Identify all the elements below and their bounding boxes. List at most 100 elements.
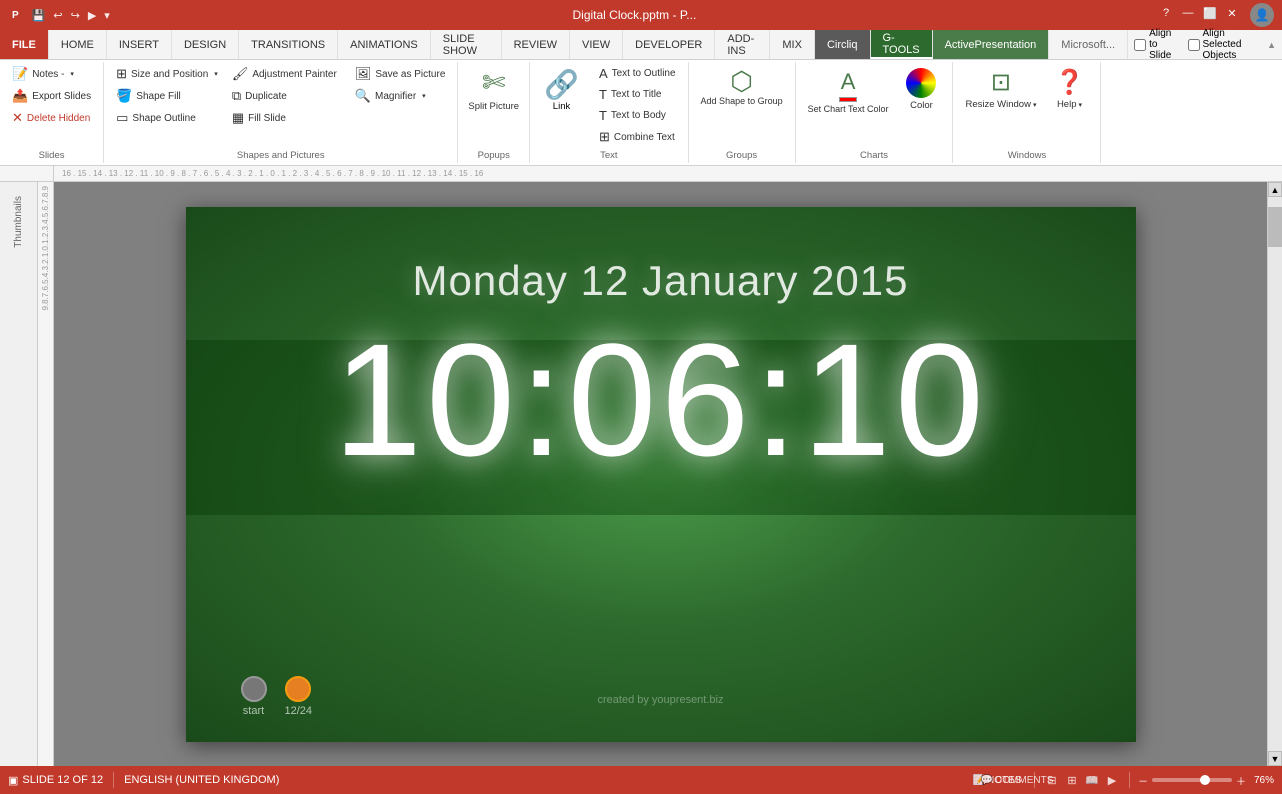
- link-button[interactable]: 🔗 Link: [536, 64, 587, 116]
- fill-slide-button[interactable]: ▦ Fill Slide: [226, 108, 343, 128]
- help-icon: ❓: [1055, 68, 1085, 97]
- resize-window-button[interactable]: ⊡ Resize Window ▾: [959, 64, 1042, 114]
- title-bar-left: P 💾 ↩ ↪ ▶ ▾: [8, 7, 113, 24]
- view-mode-buttons: ⊟ ⊞ 📖 ▶: [1043, 771, 1121, 789]
- play-btn[interactable]: ▶: [85, 7, 99, 24]
- ribbon-collapse-btn[interactable]: ▲: [1267, 40, 1276, 50]
- combine-text-button[interactable]: ⊞ Combine Text: [593, 127, 682, 147]
- ppt-icon: P: [8, 8, 23, 23]
- tab-transitions[interactable]: TRANSITIONS: [239, 30, 338, 59]
- duplicate-icon: ⧉: [232, 88, 241, 104]
- scrollbar-vertical: ▲ ▼: [1267, 182, 1282, 766]
- slide-sorter-btn[interactable]: ⊞: [1063, 771, 1081, 789]
- tab-review[interactable]: REVIEW: [502, 30, 570, 59]
- save-btn[interactable]: 💾: [29, 7, 49, 24]
- slideshow-btn[interactable]: ▶: [1103, 771, 1121, 789]
- resize-icon: ⊡: [991, 68, 1011, 97]
- maximize-btn[interactable]: ⬜: [1200, 3, 1220, 23]
- tab-home[interactable]: HOME: [49, 30, 107, 59]
- zoom-bar: － ＋ 76%: [1138, 773, 1274, 788]
- zoom-thumb: [1200, 775, 1210, 785]
- language-label: ENGLISH (UNITED KINGDOM): [124, 774, 279, 786]
- undo-btn[interactable]: ↩: [50, 7, 65, 24]
- zoom-out-btn[interactable]: －: [1138, 773, 1148, 788]
- slide-time: 10:06:10: [186, 320, 1136, 480]
- add-shape-label: Add Shape to Group: [701, 96, 783, 106]
- redo-btn[interactable]: ↪: [68, 7, 83, 24]
- save-as-picture-button[interactable]: 🖼 Save as Picture: [349, 64, 452, 84]
- delete-hidden-button[interactable]: ✕ Delete Hidden: [6, 108, 97, 128]
- start-label: start: [243, 705, 264, 717]
- slide-date: Monday 12 January 2015: [186, 257, 1136, 305]
- scroll-up-btn[interactable]: ▲: [1268, 182, 1282, 197]
- text-to-outline-button[interactable]: A Text to Outline: [593, 64, 682, 83]
- scroll-down-btn[interactable]: ▼: [1268, 751, 1282, 766]
- tab-circliq[interactable]: Circliq: [815, 30, 871, 59]
- tab-design[interactable]: DESIGN: [172, 30, 239, 59]
- link-icon: 🔗: [544, 68, 579, 101]
- notes-icon: 📝: [12, 66, 28, 82]
- size-icon: ⊞: [116, 66, 127, 82]
- size-position-button[interactable]: ⊞ Size and Position ▾: [110, 64, 224, 84]
- minimize-btn[interactable]: —: [1178, 3, 1198, 23]
- title-bar: P 💾 ↩ ↪ ▶ ▾ Digital Clock.pptm - P... ? …: [0, 0, 1282, 30]
- tab-activepres[interactable]: ActivePresentation: [933, 30, 1050, 59]
- set-chart-color-button[interactable]: A Set Chart Text Color: [802, 64, 895, 118]
- tab-microsoft[interactable]: Microsoft...: [1049, 30, 1128, 59]
- export-slides-button[interactable]: 📤 Export Slides: [6, 86, 97, 106]
- split-picture-button[interactable]: ✄ Split Picture: [464, 64, 523, 116]
- qat-more-btn[interactable]: ▾: [101, 7, 113, 24]
- reading-view-btn[interactable]: 📖: [1083, 771, 1101, 789]
- status-right: 📝 NOTES 💬 COMMENTS ⊟ ⊞ 📖 ▶ － ＋ 76%: [988, 771, 1274, 789]
- slide-area: Monday 12 January 2015 10:06:10 start 12…: [54, 182, 1267, 766]
- ribbon-group-popups: ✄ Split Picture Popups: [458, 62, 530, 163]
- tab-file[interactable]: FILE: [0, 30, 49, 59]
- tab-animations[interactable]: ANIMATIONS: [338, 30, 431, 59]
- split-picture-icon: ✄: [482, 68, 505, 99]
- adjustment-painter-button[interactable]: 🖌 Adjustment Painter: [226, 64, 343, 84]
- add-shape-group-button[interactable]: ⬡ Add Shape to Group: [695, 64, 789, 110]
- popups-group-title: Popups: [458, 150, 529, 161]
- zoom-slider[interactable]: [1152, 778, 1232, 782]
- duplicate-button[interactable]: ⧉ Duplicate: [226, 86, 343, 106]
- slide-number-icon: ▣: [8, 774, 18, 787]
- tab-slideshow[interactable]: SLIDE SHOW: [431, 30, 502, 59]
- shapes-group-content: ⊞ Size and Position ▾ 🪣 Shape Fill ▭ Sha…: [110, 64, 451, 163]
- tab-addins[interactable]: ADD-INS: [715, 30, 770, 59]
- user-avatar[interactable]: 👤: [1250, 3, 1274, 27]
- counter-control: 12/24: [285, 676, 313, 717]
- start-circle: [241, 676, 267, 702]
- text-to-title-button[interactable]: T Text to Title: [593, 85, 682, 104]
- tab-mix[interactable]: MIX: [770, 30, 815, 59]
- shape-outline-button[interactable]: ▭ Shape Outline: [110, 108, 224, 128]
- magnifier-button[interactable]: 🔍 Magnifier ▾: [349, 86, 452, 106]
- outline-icon: ▭: [116, 110, 128, 126]
- help-button[interactable]: ❓ Help ▾: [1044, 64, 1094, 114]
- help-window-btn[interactable]: ?: [1156, 3, 1176, 23]
- notes-button[interactable]: 📝 Notes - ▾: [6, 64, 97, 84]
- save-picture-icon: 🖼: [355, 66, 372, 82]
- shape-fill-button[interactable]: 🪣 Shape Fill: [110, 86, 224, 106]
- zoom-level[interactable]: 76%: [1254, 775, 1274, 786]
- tab-view[interactable]: VIEW: [570, 30, 623, 59]
- text-to-body-button[interactable]: T Text to Body: [593, 106, 682, 125]
- zoom-in-btn[interactable]: ＋: [1236, 773, 1246, 788]
- tab-insert[interactable]: INSERT: [107, 30, 172, 59]
- comments-status-btn[interactable]: 💬 COMMENTS: [1008, 771, 1026, 789]
- color-button[interactable]: Color: [896, 64, 946, 115]
- tab-gtools[interactable]: G-TOOLS: [871, 30, 933, 59]
- chart-color-icon: A: [839, 68, 857, 102]
- scroll-thumb[interactable]: [1268, 207, 1282, 247]
- status-sep-1: [113, 772, 114, 788]
- close-btn[interactable]: ✕: [1222, 3, 1242, 23]
- normal-view-btn[interactable]: ⊟: [1043, 771, 1061, 789]
- link-label: Link: [553, 101, 570, 112]
- magnifier-icon: 🔍: [355, 88, 371, 104]
- align-selected-checkbox[interactable]: [1188, 39, 1200, 51]
- comments-icon: 💬: [981, 775, 993, 786]
- align-to-slide-checkbox[interactable]: [1134, 39, 1146, 51]
- windows-group-title: Windows: [953, 150, 1100, 161]
- resize-label: Resize Window ▾: [965, 99, 1036, 110]
- tab-developer[interactable]: DEVELOPER: [623, 30, 715, 59]
- chart-color-label: Set Chart Text Color: [808, 104, 889, 114]
